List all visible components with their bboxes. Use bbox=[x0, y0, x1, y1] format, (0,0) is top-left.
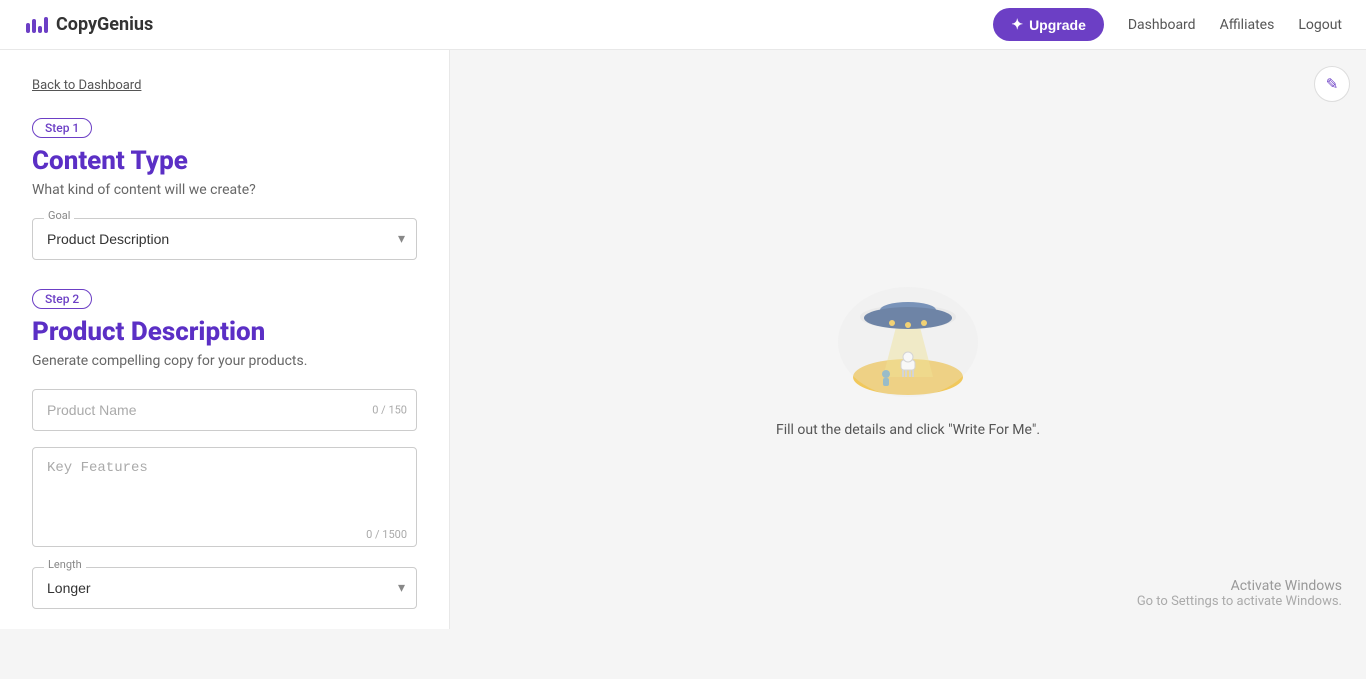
logo: CopyGenius bbox=[24, 13, 153, 37]
back-to-dashboard-link[interactable]: Back to Dashboard bbox=[32, 78, 141, 93]
nav: ✦ Upgrade Dashboard Affiliates Logout bbox=[993, 8, 1342, 41]
length-label: Length bbox=[44, 558, 86, 571]
empty-state-text: Fill out the details and click "Write Fo… bbox=[776, 422, 1040, 438]
product-name-input[interactable] bbox=[32, 389, 417, 431]
step2-section: Step 2 Product Description Generate comp… bbox=[32, 288, 417, 609]
edit-icon: ✎ bbox=[1326, 75, 1339, 93]
step1-subtitle: What kind of content will we create? bbox=[32, 182, 417, 198]
key-features-wrapper: 0 / 1500 bbox=[32, 447, 417, 551]
step1-badge: Step 1 bbox=[32, 118, 92, 138]
length-select[interactable]: Shorter Longer Custom bbox=[32, 567, 417, 609]
upgrade-label: Upgrade bbox=[1029, 17, 1086, 33]
right-panel: ✎ bbox=[450, 50, 1366, 629]
step2-subtitle: Generate compelling copy for your produc… bbox=[32, 353, 417, 369]
product-name-wrapper: 0 / 150 bbox=[32, 389, 417, 431]
goal-select[interactable]: Product Description Blog Post Ad Copy So… bbox=[32, 218, 417, 260]
left-panel: Back to Dashboard Step 1 Content Type Wh… bbox=[0, 50, 450, 629]
step2-title: Product Description bbox=[32, 317, 417, 347]
key-features-textarea[interactable] bbox=[32, 447, 417, 547]
logo-text: CopyGenius bbox=[56, 14, 153, 35]
product-name-char-count: 0 / 150 bbox=[372, 404, 407, 417]
main-layout: Back to Dashboard Step 1 Content Type Wh… bbox=[0, 50, 1366, 629]
dashboard-link[interactable]: Dashboard bbox=[1128, 17, 1196, 33]
header: CopyGenius ✦ Upgrade Dashboard Affiliate… bbox=[0, 0, 1366, 50]
activate-windows-sub: Go to Settings to activate Windows. bbox=[1137, 594, 1342, 609]
shield-icon: ✦ bbox=[1011, 16, 1023, 33]
logout-link[interactable]: Logout bbox=[1298, 17, 1342, 33]
goal-label: Goal bbox=[44, 209, 74, 222]
step2-badge: Step 2 bbox=[32, 289, 92, 309]
length-field-wrapper: Length Shorter Longer Custom ▾ bbox=[32, 567, 417, 609]
activate-windows-title: Activate Windows bbox=[1137, 578, 1342, 594]
key-features-char-count: 0 / 1500 bbox=[366, 528, 407, 541]
upgrade-button[interactable]: ✦ Upgrade bbox=[993, 8, 1104, 41]
activate-windows: Activate Windows Go to Settings to activ… bbox=[1137, 578, 1342, 609]
step1-title: Content Type bbox=[32, 146, 417, 176]
illustration-area: Fill out the details and click "Write Fo… bbox=[776, 242, 1040, 438]
step1-section: Step 1 Content Type What kind of content… bbox=[32, 117, 417, 260]
logo-icon bbox=[24, 13, 48, 37]
goal-field-wrapper: Goal Product Description Blog Post Ad Co… bbox=[32, 218, 417, 260]
ufo-illustration bbox=[818, 242, 998, 402]
edit-button[interactable]: ✎ bbox=[1314, 66, 1350, 102]
affiliates-link[interactable]: Affiliates bbox=[1220, 17, 1275, 33]
